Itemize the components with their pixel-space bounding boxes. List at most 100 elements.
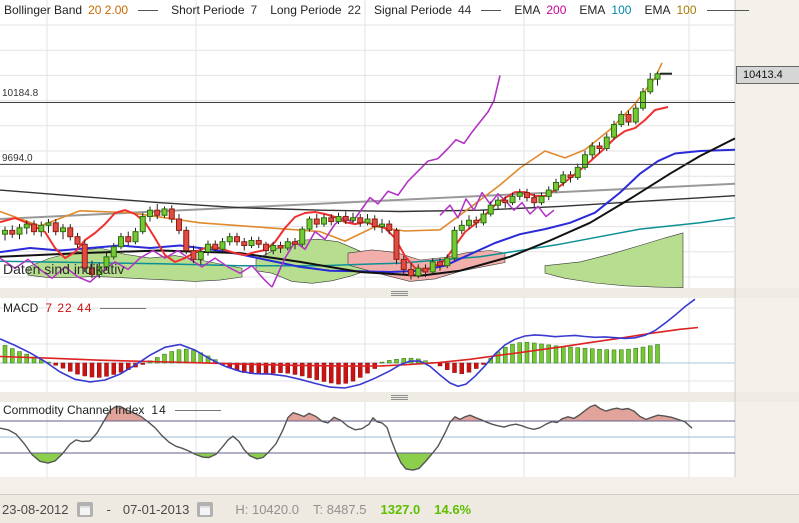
candle	[603, 136, 610, 149]
candle	[480, 213, 487, 224]
candle	[582, 154, 588, 168]
candle	[241, 241, 248, 247]
date-to-field[interactable]: 07-01-2013	[123, 502, 190, 517]
candle	[437, 261, 443, 267]
candle	[618, 113, 625, 126]
legend-value: 44	[458, 3, 472, 17]
trading-chart-window: Bollinger Band 20 2.00 Short Periode 7 Long …	[0, 0, 799, 523]
candle	[154, 209, 161, 216]
candle	[183, 229, 190, 252]
legend-item-signal-periode[interactable]: Signal Periode 44	[373, 3, 502, 17]
legend-line-sample-icon	[138, 9, 159, 11]
period-low: T: 8487.5	[312, 501, 367, 517]
candle	[45, 222, 52, 226]
legend-item-ema[interactable]: EMA 200	[514, 3, 566, 17]
candle	[596, 145, 603, 149]
candle	[364, 218, 371, 224]
candle	[67, 227, 74, 238]
calendar-from-button[interactable]	[76, 501, 93, 517]
candle	[321, 217, 327, 225]
cci-title-label: Commodity Channel Index	[3, 403, 145, 417]
macd-params: 7 22 44	[45, 301, 93, 315]
current-price-badge: 10413.4	[736, 66, 799, 84]
candle	[60, 227, 66, 233]
legend-value: 100	[611, 3, 632, 17]
candle	[226, 236, 233, 243]
candle	[306, 218, 313, 230]
candle	[466, 219, 472, 226]
date-from-field[interactable]: 23-08-2012	[2, 502, 69, 517]
candle	[531, 197, 538, 204]
candle	[495, 199, 501, 206]
indicator-legend-bar: Bollinger Band 20 2.00 Short Periode 7 Long …	[0, 0, 749, 20]
candle	[429, 261, 436, 273]
legend-line-sample-icon	[706, 9, 749, 11]
candle	[9, 229, 16, 235]
candle	[538, 195, 545, 204]
candle	[553, 182, 559, 191]
candle	[255, 239, 262, 245]
candle	[458, 224, 465, 231]
status-bar: 23-08-2012 - 07-01-2013 H: 10420.0 T: 84…	[0, 494, 799, 523]
legend-label: EMA	[514, 3, 541, 17]
legend-line-sample-icon	[481, 9, 502, 11]
candle	[277, 245, 284, 249]
calendar-icon	[200, 505, 211, 515]
calendar-icon	[79, 505, 90, 515]
legend-value: 7	[250, 3, 258, 17]
legend-label: Long Periode	[270, 3, 342, 17]
candle	[190, 250, 197, 260]
legend-item-ema[interactable]: EMA 100	[579, 3, 631, 17]
candle	[147, 209, 153, 218]
candle	[640, 91, 646, 109]
legend-label: Bollinger Band	[4, 3, 83, 17]
candle	[313, 218, 320, 225]
candle	[386, 223, 393, 231]
panel-splitter-handle-2[interactable]	[391, 395, 408, 401]
candle	[473, 219, 480, 224]
legend-value: 100	[676, 3, 697, 17]
candle	[654, 73, 661, 80]
candle	[342, 216, 349, 221]
candle	[205, 243, 211, 253]
candle	[632, 107, 639, 123]
candle	[400, 258, 407, 270]
legend-item-long-periode[interactable]: Long Periode 22	[270, 3, 361, 17]
period-high: H: 10420.0	[235, 501, 299, 517]
cci-panel-title: Commodity Channel Index 14	[3, 403, 221, 417]
candle	[212, 243, 219, 250]
candle	[161, 208, 168, 216]
change-absolute: 1327.0	[380, 501, 421, 517]
candle	[335, 216, 342, 223]
cci-params: 14	[151, 403, 167, 417]
cci-line-sample-icon	[174, 409, 221, 411]
candle	[451, 229, 458, 259]
legend-value: 22	[347, 3, 361, 17]
candle	[611, 124, 617, 138]
calendar-to-button[interactable]	[197, 501, 214, 517]
candle	[168, 208, 175, 220]
legend-label: EMA	[644, 3, 671, 17]
candle	[509, 195, 516, 204]
panel-splitter-handle-1[interactable]	[391, 291, 408, 297]
candle	[647, 78, 654, 93]
candle	[38, 224, 45, 233]
legend-item-ema[interactable]: EMA 100	[644, 3, 749, 17]
candle	[197, 251, 204, 260]
candle	[567, 174, 574, 178]
legend-label: Short Periode	[171, 3, 245, 17]
candle	[110, 246, 117, 258]
legend-item-short-periode[interactable]: Short Periode 7	[171, 3, 257, 17]
candle	[560, 174, 567, 184]
candle	[2, 229, 8, 235]
candle	[502, 199, 509, 204]
candle	[422, 267, 429, 273]
legend-value: 200	[546, 3, 567, 17]
legend-label: Signal Periode	[373, 3, 452, 17]
legend-item-bollinger-band[interactable]: Bollinger Band 20 2.00	[4, 3, 159, 17]
candle	[574, 166, 581, 178]
candle	[516, 192, 523, 197]
candle	[284, 241, 291, 249]
candle	[589, 145, 596, 156]
support-line-label-lower: 9694.0	[2, 153, 33, 164]
